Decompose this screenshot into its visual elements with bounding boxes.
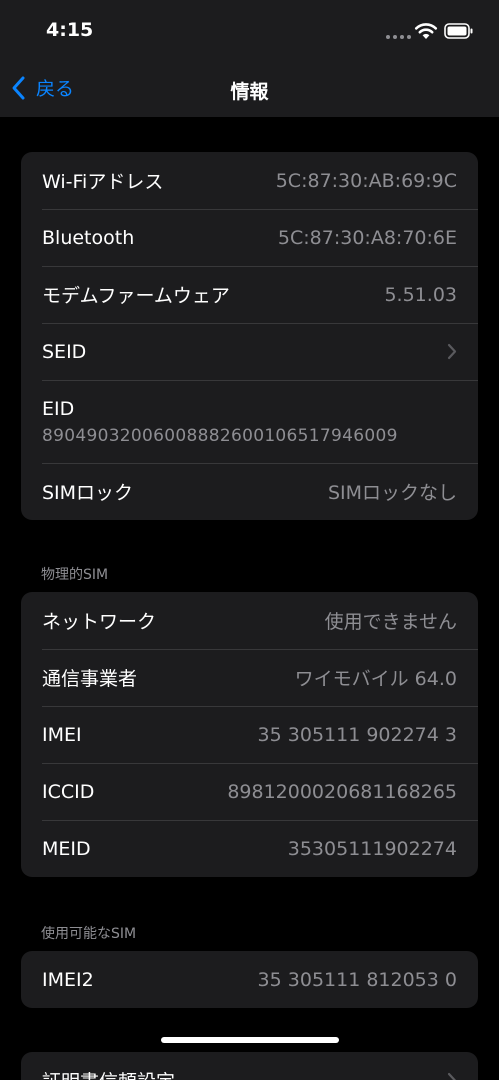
wifi-icon	[414, 23, 438, 39]
row-value: ワイモバイル 64.0	[294, 668, 457, 690]
navigation-bar: 戻る 情報	[0, 62, 499, 117]
section-header-available-sim: 使用可能なSIM	[41, 926, 137, 942]
row-label: IMEI	[42, 723, 82, 746]
iccid-row[interactable]: ICCID 8981200020681168265	[21, 763, 478, 820]
meid-row[interactable]: MEID 35305111902274	[21, 820, 478, 877]
row-value: SIMロックなし	[327, 482, 457, 504]
modem-firmware-row[interactable]: モデムファームウェア 5.51.03	[21, 266, 478, 323]
row-value: 5C:87:30:AB:69:9C	[275, 169, 457, 192]
imei-row[interactable]: IMEI 35 305111 902274 3	[21, 706, 478, 763]
row-value: 5C:87:30:A8:70:6E	[277, 226, 457, 249]
row-label: SIMロック	[42, 482, 134, 504]
cellular-signal-icon	[386, 35, 411, 39]
eid-row[interactable]: EID 89049032006008882600106517946009	[21, 380, 478, 463]
row-label: モデムファームウェア	[42, 285, 230, 307]
row-value: 35 305111 812053 0	[257, 968, 457, 991]
carrier-row[interactable]: 通信事業者 ワイモバイル 64.0	[21, 649, 478, 706]
sim-lock-row[interactable]: SIMロック SIMロックなし	[21, 463, 478, 520]
status-bar: 4:15	[0, 0, 499, 62]
home-indicator[interactable]	[161, 1037, 339, 1043]
row-label: MEID	[42, 837, 91, 860]
row-label: SEID	[42, 340, 87, 363]
row-value: 5.51.03	[384, 283, 457, 306]
row-value: 35305111902274	[287, 837, 457, 860]
row-value: 8981200020681168265	[227, 780, 457, 803]
certificate-group: 証明書信頼設定	[21, 1052, 478, 1080]
section-header-physical-sim: 物理的SIM	[41, 567, 109, 583]
wifi-address-row[interactable]: Wi-Fiアドレス 5C:87:30:AB:69:9C	[21, 152, 478, 209]
available-sim-group: IMEI2 35 305111 812053 0	[21, 951, 478, 1008]
network-row[interactable]: ネットワーク 使用できません	[21, 592, 478, 649]
page-title: 情報	[230, 81, 269, 103]
row-value: 35 305111 902274 3	[257, 723, 457, 746]
certificate-trust-settings-row[interactable]: 証明書信頼設定	[21, 1052, 478, 1080]
physical-sim-group: ネットワーク 使用できません 通信事業者 ワイモバイル 64.0 IMEI 35…	[21, 592, 478, 877]
chevron-right-icon	[447, 1072, 456, 1080]
row-value: 使用できません	[324, 611, 457, 633]
status-time: 4:15	[46, 19, 94, 41]
battery-icon	[444, 23, 473, 39]
row-label: ネットワーク	[42, 611, 157, 633]
row-label: IMEI2	[42, 968, 94, 991]
row-label: Bluetooth	[42, 226, 135, 249]
row-label: ICCID	[42, 780, 95, 803]
eid-value: 89049032006008882600106517946009	[42, 425, 398, 446]
row-label: 証明書信頼設定	[42, 1067, 175, 1080]
bluetooth-row[interactable]: Bluetooth 5C:87:30:A8:70:6E	[21, 209, 478, 266]
seid-row[interactable]: SEID	[21, 323, 478, 380]
chevron-right-icon	[447, 343, 457, 360]
row-label: EID	[42, 397, 75, 420]
row-label: Wi-Fiアドレス	[42, 171, 164, 193]
row-label: 通信事業者	[42, 668, 138, 690]
imei2-row[interactable]: IMEI2 35 305111 812053 0	[21, 951, 478, 1008]
device-info-group: Wi-Fiアドレス 5C:87:30:AB:69:9C Bluetooth 5C…	[21, 152, 478, 520]
